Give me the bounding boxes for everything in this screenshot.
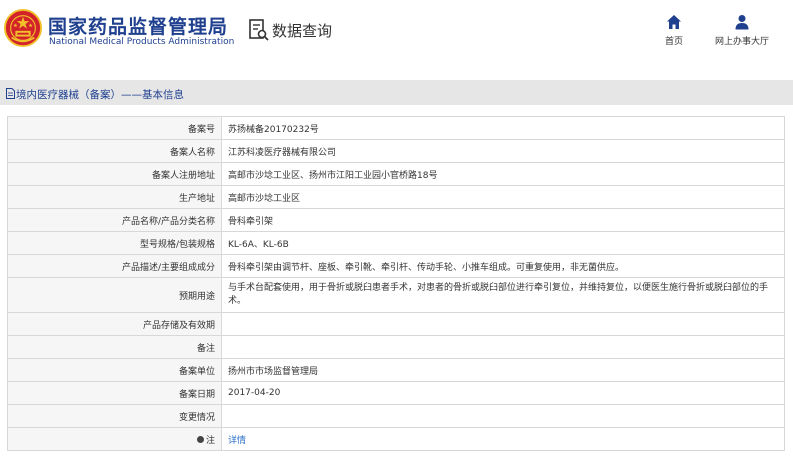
section-title-text: 境内医疗器械（备案）——基本信息 bbox=[16, 89, 184, 101]
row-label: 型号规格/包装规格 bbox=[7, 231, 222, 255]
row-value: 苏扬械备20170232号 bbox=[221, 116, 785, 140]
data-query-label: 数据查询 bbox=[272, 22, 333, 40]
site-header: 国家药品监督管理局 National Medical Products Admi… bbox=[0, 0, 793, 70]
row-label: 备案人注册地址 bbox=[7, 162, 222, 186]
record-info-table: 备案号 苏扬械备20170232号 备案人名称 江苏科凌医疗器械有限公司 备案人… bbox=[7, 116, 785, 451]
national-emblem-icon bbox=[4, 9, 42, 47]
row-value: 高邮市沙埝工业区、扬州市江阳工业园小官桥路18号 bbox=[221, 162, 785, 186]
row-value: 2017-04-20 bbox=[221, 381, 785, 405]
user-icon bbox=[735, 15, 749, 30]
pin-icon bbox=[196, 435, 204, 443]
row-value: 扬州市市场监督管理局 bbox=[221, 358, 785, 382]
row-value: 与手术台配套使用，用于骨折或脱臼患者手术，对患者的骨折或脱臼部位进行牵引复位，并… bbox=[221, 277, 785, 313]
home-icon bbox=[667, 15, 681, 29]
row-label: 备注 bbox=[7, 335, 222, 359]
nav-online-hall[interactable]: 网上办事大厅 bbox=[709, 14, 775, 50]
site-title: 国家药品监督管理局 bbox=[48, 16, 229, 38]
document-icon bbox=[6, 88, 15, 99]
row-value: KL-6A、KL-6B bbox=[221, 231, 785, 255]
site-subtitle: National Medical Products Administration bbox=[49, 37, 235, 47]
nav-home[interactable]: 首页 bbox=[656, 14, 692, 50]
row-value: 骨科牵引架 bbox=[221, 208, 785, 232]
table-row: 产品名称/产品分类名称 骨科牵引架 bbox=[7, 208, 785, 232]
row-label: 生产地址 bbox=[7, 185, 222, 209]
table-row: 备案单位 扬州市市场监督管理局 bbox=[7, 358, 785, 382]
row-label: 产品描述/主要组成成分 bbox=[7, 254, 222, 278]
table-row: 备注 bbox=[7, 335, 785, 359]
row-value bbox=[221, 312, 785, 336]
row-label: 备案号 bbox=[7, 116, 222, 140]
nav-online-hall-label: 网上办事大厅 bbox=[714, 37, 769, 47]
nav-home-label: 首页 bbox=[664, 37, 683, 47]
note-label: 注 bbox=[205, 435, 215, 446]
section-title: 境内医疗器械（备案）——基本信息 bbox=[6, 87, 184, 102]
table-row: 注 详情 bbox=[7, 427, 785, 451]
table-row: 备案号 苏扬械备20170232号 bbox=[7, 116, 785, 140]
table-row: 生产地址 高邮市沙埝工业区 bbox=[7, 185, 785, 209]
table-row: 变更情况 bbox=[7, 404, 785, 428]
row-label: 备案人名称 bbox=[7, 139, 222, 163]
row-value bbox=[221, 335, 785, 359]
row-value: 江苏科凌医疗器械有限公司 bbox=[221, 139, 785, 163]
row-label: 备案日期 bbox=[7, 381, 222, 405]
row-value: 详情 bbox=[221, 427, 785, 451]
row-label: 产品名称/产品分类名称 bbox=[7, 208, 222, 232]
table-row: 预期用途 与手术台配套使用，用于骨折或脱臼患者手术，对患者的骨折或脱臼部位进行牵… bbox=[7, 277, 785, 313]
row-label: 变更情况 bbox=[7, 404, 222, 428]
table-row: 产品存储及有效期 bbox=[7, 312, 785, 336]
table-row: 备案日期 2017-04-20 bbox=[7, 381, 785, 405]
row-value: 骨科牵引架由调节杆、座板、牵引靴、牵引杆、传动手轮、小推车组成。可重复使用，非无… bbox=[221, 254, 785, 278]
document-search-icon bbox=[249, 19, 269, 41]
row-value: 高邮市沙埝工业区 bbox=[221, 185, 785, 209]
row-label: 预期用途 bbox=[7, 277, 222, 313]
table-row: 产品描述/主要组成成分 骨科牵引架由调节杆、座板、牵引靴、牵引杆、传动手轮、小推… bbox=[7, 254, 785, 278]
table-row: 备案人名称 江苏科凌医疗器械有限公司 bbox=[7, 139, 785, 163]
details-link[interactable]: 详情 bbox=[228, 436, 246, 446]
table-row: 备案人注册地址 高邮市沙埝工业区、扬州市江阳工业园小官桥路18号 bbox=[7, 162, 785, 186]
row-label-note: 注 bbox=[7, 427, 222, 451]
table-row: 型号规格/包装规格 KL-6A、KL-6B bbox=[7, 231, 785, 255]
row-value bbox=[221, 404, 785, 428]
row-label: 产品存储及有效期 bbox=[7, 312, 222, 336]
row-label: 备案单位 bbox=[7, 358, 222, 382]
